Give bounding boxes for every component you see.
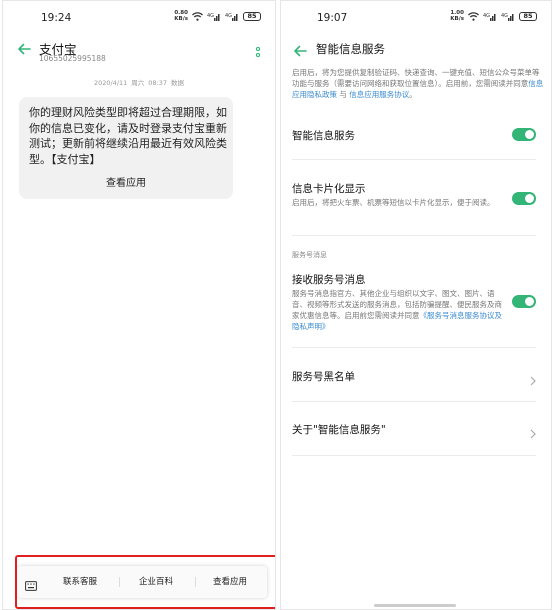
card-display-toggle[interactable] [512, 192, 536, 205]
sender-number: 10655025995188 [39, 54, 106, 63]
receive-service-msg-toggle[interactable] [512, 295, 536, 308]
page-title: 智能信息服务 [316, 42, 385, 56]
status-time: 19:24 [41, 12, 72, 24]
divider [292, 455, 536, 456]
back-arrow-icon[interactable] [293, 45, 307, 57]
service-agreement-link[interactable]: 信息应用服务协议 [349, 90, 409, 99]
divider [292, 159, 536, 160]
chevron-right-icon [530, 424, 536, 439]
back-arrow-icon[interactable] [17, 43, 31, 55]
message-text: 你的理财风险类型即将超过合理期限，如你的信息已变化，请及时登录支付宝重新测试；更… [29, 106, 227, 166]
sms-conversation-screen: 19:24 0.80 KB/s 4G 4G 85 支付宝 10655025995… [2, 0, 276, 610]
service-menu-bar: 联系客服 企业百科 查看应用 [17, 566, 267, 598]
smart-info-service-toggle[interactable] [512, 128, 536, 141]
status-bar: 19:24 0.80 KB/s 4G 4G 85 [3, 10, 275, 27]
battery-icon: 85 [243, 12, 261, 21]
signal-icon: 4G [483, 12, 497, 21]
home-indicator[interactable] [374, 604, 456, 607]
card-display-label: 信息卡片化显示 [292, 183, 366, 195]
chevron-right-icon [530, 371, 536, 386]
service-blacklist-item[interactable]: 服务号黑名单 [292, 369, 355, 384]
message-bubble: 你的理财风险类型即将超过合理期限，如你的信息已变化，请及时登录支付宝重新测试；更… [19, 97, 233, 199]
menu-company-wiki[interactable]: 企业百科 [139, 575, 173, 587]
svg-text:4G: 4G [483, 13, 490, 19]
svg-text:4G: 4G [207, 13, 214, 19]
keyboard-icon[interactable] [25, 576, 37, 591]
menu-view-app[interactable]: 查看应用 [213, 575, 247, 587]
smart-info-settings-screen: 19:07 1.00 KB/s 4G 4G 85 智能信息服务 启用后，将为您提… [280, 0, 552, 610]
svg-text:4G: 4G [501, 13, 508, 19]
message-timestamp: 2020/4/11 周六 08:37 数据 [93, 79, 185, 87]
battery-icon: 85 [519, 12, 537, 21]
network-speed: 1.00 KB/s [450, 10, 464, 22]
divider [292, 401, 536, 402]
receive-service-msg-label: 接收服务号消息 [292, 274, 366, 286]
signal-icon: 4G [501, 12, 515, 21]
smart-info-service-label: 智能信息服务 [292, 130, 355, 142]
card-display-desc: 启用后，将把火车票、机票等短信以卡片化显示，便于阅读。 [292, 198, 495, 207]
signal-icon: 4G [225, 12, 239, 21]
svg-text:4G: 4G [225, 13, 232, 19]
divider [292, 347, 536, 348]
receive-service-msg-desc: 服务号消息指官方、其他企业与组织以文字、图文、图片、语音、视频等形式发送的服务消… [292, 289, 502, 331]
divider [195, 577, 196, 587]
status-time: 19:07 [317, 12, 348, 24]
menu-contact-support[interactable]: 联系客服 [63, 575, 97, 587]
wifi-icon [192, 12, 203, 21]
signal-icon: 4G [207, 12, 221, 21]
more-options-icon[interactable] [255, 43, 261, 58]
view-app-link[interactable]: 查看应用 [19, 174, 233, 189]
section-header: 服务号消息 [292, 251, 327, 259]
network-speed: 0.80 KB/s [174, 10, 188, 22]
about-service-item[interactable]: 关于"智能信息服务" [292, 422, 386, 437]
intro-text: 启用后，将为您提供复制验证码、快递查询、一键充值、短信公众号菜单等功能与服务（需… [292, 68, 544, 99]
wifi-icon [468, 12, 479, 21]
divider [119, 577, 120, 587]
divider [292, 235, 536, 236]
status-bar: 19:07 1.00 KB/s 4G 4G 85 [281, 10, 551, 27]
